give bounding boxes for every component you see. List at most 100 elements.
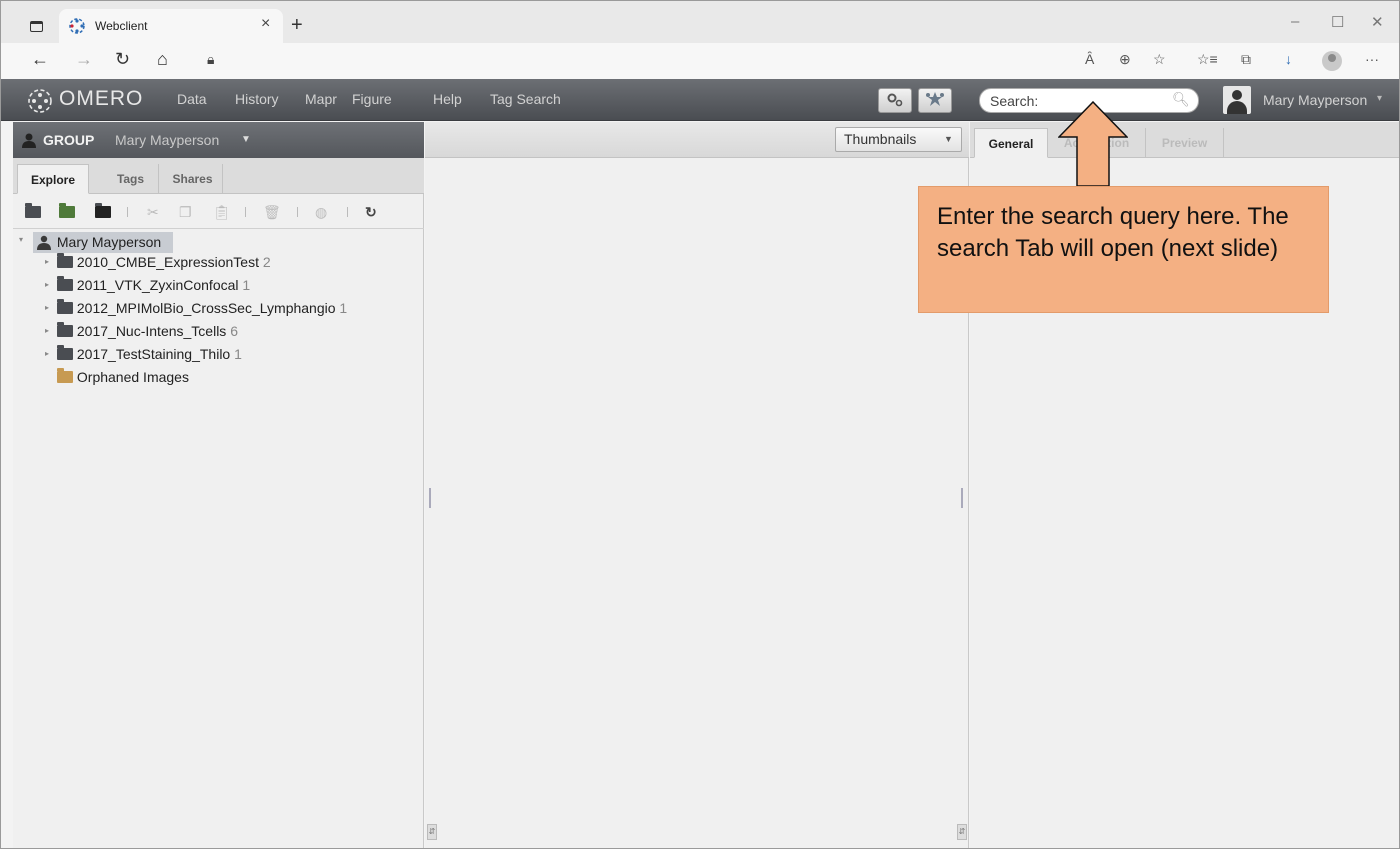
project-count: 6 <box>230 323 238 339</box>
site-info-lock-icon[interactable]: 🔒︎ <box>207 51 214 68</box>
expand-icon[interactable]: ▸ <box>45 257 49 266</box>
new-project-icon[interactable] <box>25 203 41 220</box>
chevron-down-icon[interactable]: ▾ <box>1377 93 1382 104</box>
toolbar-divider <box>297 207 298 217</box>
activities-button[interactable] <box>918 88 952 113</box>
omero-logo-icon[interactable] <box>27 88 53 114</box>
project-folder-icon <box>57 345 73 360</box>
toolbar-divider <box>245 207 246 217</box>
chevron-down-icon: ▼ <box>241 134 251 145</box>
tree-project[interactable]: ▸ 2017_Nuc-Intens_Tcells 6 <box>45 322 238 345</box>
tree-root-label[interactable]: Mary Mayperson <box>33 232 174 253</box>
project-folder-icon <box>57 322 73 337</box>
tree-project[interactable]: ▸ 2012_MPIMolBio_CrossSec_Lymphangio 1 <box>45 299 348 322</box>
tab-explore[interactable]: Explore <box>17 164 89 194</box>
project-count: 1 <box>234 346 242 362</box>
delete-icon[interactable]: 🗑︎ <box>263 204 281 221</box>
tab-close-icon[interactable]: × <box>261 15 270 33</box>
annotation-callout: Enter the search query here. The search … <box>918 186 1329 313</box>
tree-project[interactable]: ▸ 2010_CMBE_ExpressionTest 2 <box>45 253 271 276</box>
profile-icon[interactable] <box>1322 51 1342 71</box>
search-icon[interactable]: 🔍︎ <box>1172 91 1190 108</box>
tab-actions-icon[interactable] <box>23 15 49 39</box>
group-label: GROUP <box>43 132 95 148</box>
tree-orphaned-images[interactable]: Orphaned Images <box>57 368 189 391</box>
expand-icon[interactable]: ▸ <box>45 303 49 312</box>
group-selector[interactable]: GROUP Mary Mayperson ▼ <box>13 122 424 158</box>
tree-toolbar: ✂ ❐ 📋︎ 🗑︎ ◍ ↻ <box>13 195 424 229</box>
right-tabs: General Acquisition Preview <box>970 122 1399 158</box>
chevron-down-icon: ▼ <box>944 134 953 144</box>
user-name[interactable]: Mary Mayperson <box>1263 92 1367 108</box>
expand-icon[interactable]: ▸ <box>45 280 49 289</box>
favorite-add-icon[interactable]: ☆ <box>1153 51 1166 68</box>
project-count: 1 <box>339 300 348 316</box>
left-tabs: Explore Tags Shares <box>13 158 424 194</box>
menu-mapr[interactable]: Mapr <box>305 91 337 107</box>
tree-project[interactable]: ▸ 2017_TestStaining_Thilo 1 <box>45 345 242 368</box>
left-splitter-handle[interactable] <box>429 488 431 508</box>
forward-icon[interactable]: → <box>75 49 93 70</box>
orphaned-label: Orphaned Images <box>76 369 189 385</box>
minimize-icon[interactable]: – <box>1291 13 1299 30</box>
left-collapse-handle[interactable]: ⇵ <box>427 824 437 840</box>
menu-help[interactable]: Help <box>433 91 462 107</box>
tab-preview[interactable]: Preview <box>1146 128 1224 158</box>
refresh-icon[interactable]: ↻ <box>365 204 377 221</box>
collections-icon[interactable]: ⧉ <box>1241 51 1251 68</box>
close-window-icon[interactable]: ✕ <box>1371 13 1384 31</box>
view-mode-value: Thumbnails <box>844 131 917 147</box>
callout-text: Enter the search query here. The search … <box>937 203 1289 262</box>
favorites-icon[interactable]: ☆≡ <box>1197 51 1218 68</box>
tab-shares[interactable]: Shares <box>163 164 223 194</box>
new-dataset-icon[interactable] <box>59 203 75 220</box>
menu-data[interactable]: Data <box>177 91 207 107</box>
scripts-gear-button[interactable] <box>878 88 912 113</box>
omero-favicon-icon <box>69 18 85 34</box>
toolbar-divider <box>127 207 128 217</box>
project-name: 2011_VTK_ZyxinConfocal <box>76 277 239 293</box>
browser-tab-webclient[interactable]: Webclient × <box>59 9 283 43</box>
omero-brand[interactable]: OMERO <box>59 87 143 111</box>
cut-icon[interactable]: ✂ <box>147 204 159 221</box>
new-screen-icon[interactable] <box>95 203 111 220</box>
browser-window: Webclient × + – ☐ ✕ ← → ↻ ⌂ 🔒︎ Ȃ ⊕ ☆ ☆≡… <box>0 0 1400 849</box>
more-icon[interactable]: ··· <box>1365 51 1379 67</box>
back-icon[interactable]: ← <box>31 49 49 70</box>
center-panel: Thumbnails ▼ ⇵ ⇵ <box>425 122 969 848</box>
view-mode-select[interactable]: Thumbnails ▼ <box>835 127 962 152</box>
expand-icon[interactable]: ▸ <box>45 349 49 358</box>
menu-history[interactable]: History <box>235 91 279 107</box>
home-icon[interactable]: ⌂ <box>157 49 168 70</box>
user-avatar[interactable] <box>1223 86 1251 114</box>
downloads-icon[interactable]: ↓ <box>1285 51 1292 67</box>
maximize-icon[interactable]: ☐ <box>1331 13 1344 31</box>
project-folder-icon <box>57 253 73 268</box>
project-name: 2017_TestStaining_Thilo <box>76 346 231 362</box>
paste-icon[interactable]: 📋︎ <box>213 204 231 221</box>
collapse-icon[interactable]: ▾ <box>19 235 23 244</box>
tree-project[interactable]: ▸ 2011_VTK_ZyxinConfocal 1 <box>45 276 251 299</box>
gears-icon <box>887 93 903 107</box>
copy-icon[interactable]: ❐ <box>179 204 192 221</box>
tab-general[interactable]: General <box>974 128 1048 158</box>
toolbar-divider <box>347 207 348 217</box>
expand-icon[interactable]: ▸ <box>45 326 49 335</box>
user-icon <box>22 133 36 148</box>
project-name: 2012_MPIMolBio_CrossSec_Lymphangio <box>76 300 336 316</box>
user-icon <box>37 235 51 250</box>
zoom-icon[interactable]: ⊕ <box>1119 51 1131 68</box>
menu-tag-search[interactable]: Tag Search <box>490 91 561 107</box>
center-toolbar: Thumbnails ▼ <box>425 122 969 158</box>
chgrp-icon[interactable]: ◍ <box>315 204 327 221</box>
tab-tags[interactable]: Tags <box>103 164 159 194</box>
tree-root-name: Mary Mayperson <box>56 234 162 250</box>
omero-header: OMERO Data History Mapr Figure Help Tag … <box>1 79 1399 121</box>
right-splitter-handle[interactable] <box>961 488 963 508</box>
project-count: 1 <box>242 277 251 293</box>
read-aloud-icon[interactable]: Ȃ <box>1085 51 1094 67</box>
right-collapse-handle[interactable]: ⇵ <box>957 824 967 840</box>
new-tab-icon[interactable]: + <box>291 14 303 37</box>
menu-figure[interactable]: Figure <box>352 91 392 107</box>
reload-icon[interactable]: ↻ <box>115 49 130 70</box>
